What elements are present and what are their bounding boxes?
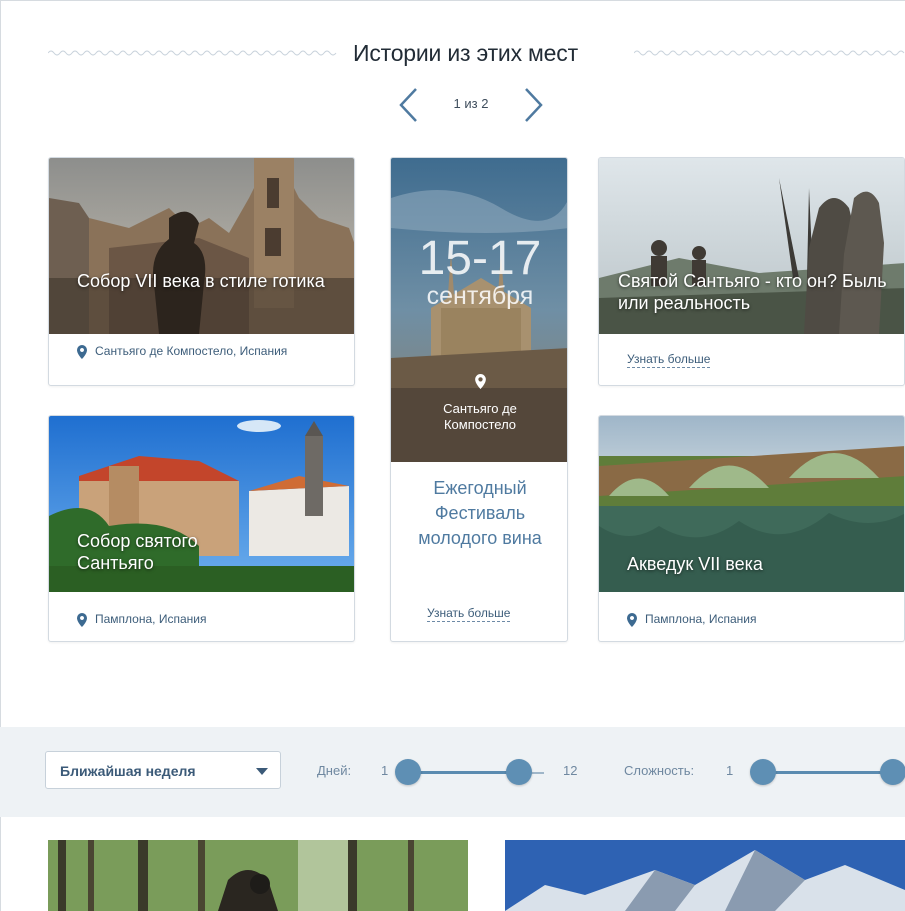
chevron-down-icon: [256, 768, 268, 775]
story-caption: Собор святого Сантьяго: [77, 531, 198, 573]
location-pin-icon: [77, 345, 87, 359]
story-location-text: Памплона, Испания: [645, 612, 757, 626]
story-photo: [49, 158, 354, 334]
difficulty-min-value: 1: [726, 763, 734, 778]
days-slider-track-end: [530, 772, 544, 774]
stories-pager: 1 из 2: [396, 86, 546, 124]
story-card-wine-festival[interactable]: 15-17 сентября Сантьяго де Компостело Еж…: [390, 157, 568, 642]
story-location: Памплона, Испания: [77, 612, 337, 627]
story-card-saint-santiago[interactable]: Святой Сантьяго - кто он? Быль или реаль…: [598, 157, 905, 386]
festival-place: Сантьяго де Компостело: [443, 401, 517, 432]
days-max-value: 12: [563, 763, 578, 778]
section-title: Истории из этих мест: [353, 40, 578, 66]
section-header: Истории из этих мест: [48, 38, 905, 72]
festival-date-days: 15-17: [418, 232, 542, 285]
period-select-value: Ближайшая неделя: [60, 763, 196, 779]
period-select[interactable]: Ближайшая неделя: [45, 751, 281, 789]
story-location-text: Памплона, Испания: [95, 612, 207, 626]
location-pin-icon: [627, 613, 637, 627]
festival-title: Ежегодный Фестиваль молодого вина: [418, 478, 542, 548]
wavy-divider-right: [634, 50, 905, 56]
story-more-link[interactable]: Узнать больше: [627, 352, 711, 368]
days-min-value: 1: [381, 763, 389, 778]
difficulty-slider-min-handle[interactable]: [750, 759, 776, 785]
location-pin-icon: [77, 613, 87, 627]
story-location: Памплона, Испания: [627, 612, 887, 627]
tour-filter-bar: Ближайшая неделя Дней: 1 12 Сложность: 1: [0, 727, 905, 817]
location-pin-icon: [475, 374, 486, 389]
chevron-right-icon: [525, 88, 543, 122]
difficulty-slider-range: [762, 771, 892, 774]
story-location: Сантьяго де Компостело, Испания: [77, 344, 327, 359]
story-card-santiago-cathedral[interactable]: Собор святого Сантьяго Памплона, Испания: [48, 415, 355, 642]
tour-photo-mountains[interactable]: [505, 840, 905, 911]
days-slider-min-handle[interactable]: [395, 759, 421, 785]
festival-date-month: сентября: [426, 282, 534, 310]
wavy-divider-left: [48, 50, 337, 56]
story-caption: Собор VII века в стиле готика: [77, 271, 325, 291]
tour-photo-forest[interactable]: [48, 840, 468, 911]
pager-next-button[interactable]: [520, 86, 546, 124]
story-card-gothic-cathedral[interactable]: Собор VII века в стиле готика Сантьяго д…: [48, 157, 355, 386]
story-card-aqueduct[interactable]: Акведук VII века Памплона, Испания: [598, 415, 905, 642]
difficulty-slider-max-handle[interactable]: [880, 759, 905, 785]
days-slider-max-handle[interactable]: [506, 759, 532, 785]
days-slider-range: [406, 771, 518, 774]
top-border: [0, 0, 905, 1]
difficulty-label: Сложность:: [624, 763, 695, 778]
story-caption: Акведук VII века: [627, 554, 763, 574]
story-caption: Святой Сантьяго - кто он? Быль или реаль…: [618, 271, 887, 313]
story-location-text: Сантьяго де Компостело, Испания: [95, 344, 288, 358]
days-label: Дней:: [317, 763, 352, 778]
festival-more-link[interactable]: Узнать больше: [427, 606, 511, 622]
